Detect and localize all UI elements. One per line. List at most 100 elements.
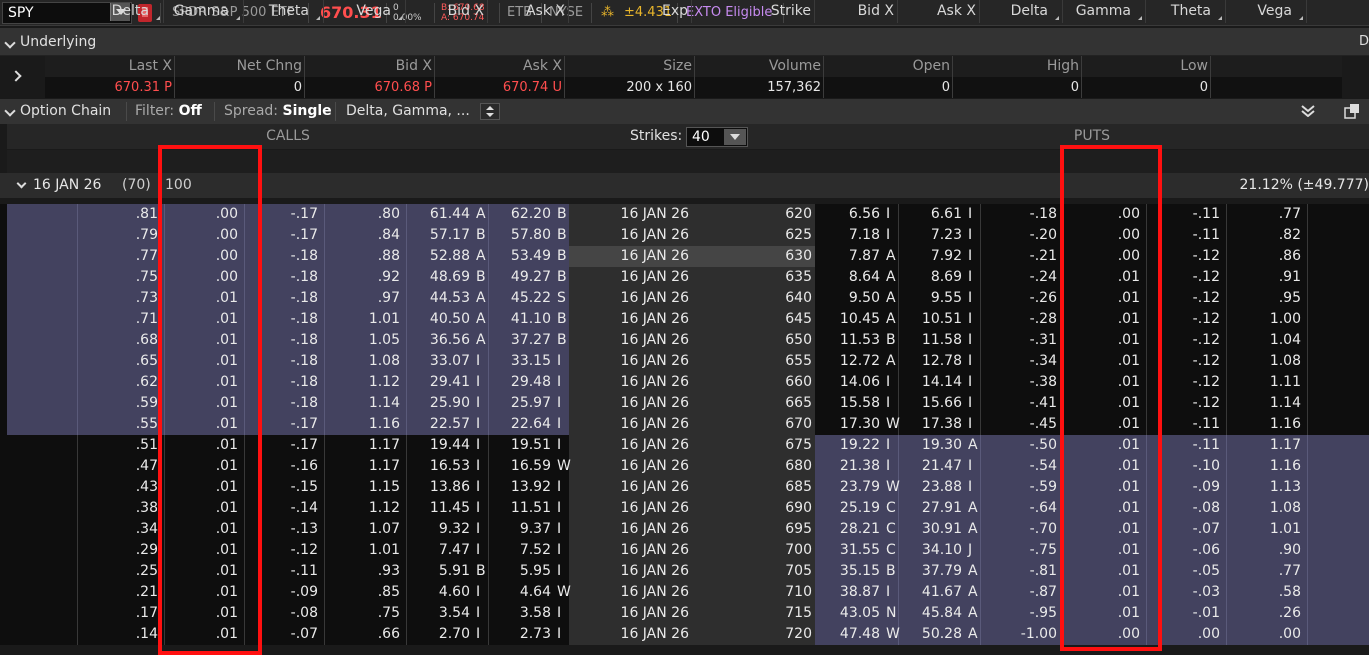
expiry[interactable]: 16 JAN 26: [569, 519, 692, 540]
put-bid[interactable]: 10.45: [815, 309, 883, 330]
expiry[interactable]: 16 JAN 26: [569, 561, 692, 582]
put-bid[interactable]: 6.56: [815, 204, 883, 225]
strike[interactable]: 655: [692, 351, 815, 372]
put-vega[interactable]: 1.11: [1226, 372, 1304, 393]
call-delta[interactable]: .55: [77, 414, 161, 435]
strike[interactable]: 710: [692, 582, 815, 603]
call-vega[interactable]: .84: [324, 225, 403, 246]
call-bid[interactable]: 16.53: [406, 456, 473, 477]
put-bid[interactable]: 35.15: [815, 561, 883, 582]
call-ask[interactable]: 11.51: [488, 498, 554, 519]
call-ask[interactable]: 33.15: [488, 351, 554, 372]
col-call-ask[interactable]: Ask X: [488, 0, 569, 23]
strike[interactable]: 640: [692, 288, 815, 309]
put-ask[interactable]: 9.55: [898, 288, 965, 309]
call-ask[interactable]: 16.59: [488, 456, 554, 477]
call-vega[interactable]: .66: [324, 624, 403, 645]
put-delta[interactable]: -.54: [980, 456, 1060, 477]
call-delta[interactable]: .43: [77, 477, 161, 498]
call-ask[interactable]: 2.73: [488, 624, 554, 645]
strike[interactable]: 665: [692, 393, 815, 414]
col-call-gamma[interactable]: Gamma: [164, 0, 244, 23]
put-vega[interactable]: 1.00: [1226, 309, 1304, 330]
chevron-down-icon[interactable]: [16, 178, 27, 189]
call-bid[interactable]: 19.44: [406, 435, 473, 456]
put-vega[interactable]: .86: [1226, 246, 1304, 267]
spread-control[interactable]: Spread: Single: [224, 99, 332, 124]
expiry[interactable]: 16 JAN 26: [569, 393, 692, 414]
put-delta[interactable]: -.38: [980, 372, 1060, 393]
put-delta[interactable]: -.18: [980, 204, 1060, 225]
put-delta[interactable]: -.95: [980, 603, 1060, 624]
col-put-vega[interactable]: Vega: [1226, 0, 1307, 23]
put-vega[interactable]: 1.17: [1226, 435, 1304, 456]
call-ask[interactable]: 13.92: [488, 477, 554, 498]
put-ask[interactable]: 21.47: [898, 456, 965, 477]
col-strike[interactable]: Strike: [692, 0, 815, 23]
strike[interactable]: 685: [692, 477, 815, 498]
put-bid[interactable]: 14.06: [815, 372, 883, 393]
call-ask[interactable]: 9.37: [488, 519, 554, 540]
put-bid[interactable]: 25.19: [815, 498, 883, 519]
col-put-delta[interactable]: Delta: [980, 0, 1063, 23]
call-vega[interactable]: .88: [324, 246, 403, 267]
put-vega[interactable]: 1.13: [1226, 477, 1304, 498]
strikes-dropdown-icon[interactable]: [724, 129, 746, 145]
put-ask[interactable]: 37.79: [898, 561, 965, 582]
put-ask[interactable]: 17.38: [898, 414, 965, 435]
call-vega[interactable]: .85: [324, 582, 403, 603]
strike[interactable]: 670: [692, 414, 815, 435]
put-ask[interactable]: 11.58: [898, 330, 965, 351]
call-delta[interactable]: .34: [77, 519, 161, 540]
expiry[interactable]: 16 JAN 26: [569, 603, 692, 624]
call-ask[interactable]: 19.51: [488, 435, 554, 456]
call-ask[interactable]: 3.58: [488, 603, 554, 624]
strike[interactable]: 705: [692, 561, 815, 582]
collapse-all-icon[interactable]: [1301, 105, 1315, 118]
put-vega[interactable]: .77: [1226, 561, 1304, 582]
col-call-vega[interactable]: Vega: [324, 0, 406, 23]
put-delta[interactable]: -.64: [980, 498, 1060, 519]
put-delta[interactable]: -.45: [980, 414, 1060, 435]
call-delta[interactable]: .47: [77, 456, 161, 477]
expiry[interactable]: 16 JAN 26: [569, 582, 692, 603]
call-delta[interactable]: .68: [77, 330, 161, 351]
call-vega[interactable]: 1.07: [324, 519, 403, 540]
put-delta[interactable]: -.34: [980, 351, 1060, 372]
put-delta[interactable]: -.50: [980, 435, 1060, 456]
put-delta[interactable]: -1.00: [980, 624, 1060, 645]
call-bid[interactable]: 22.57: [406, 414, 473, 435]
put-delta[interactable]: -.81: [980, 561, 1060, 582]
put-ask[interactable]: 41.67: [898, 582, 965, 603]
call-ask[interactable]: 62.20: [488, 204, 554, 225]
col-net-chng[interactable]: Net Chng: [175, 56, 305, 77]
call-delta[interactable]: .51: [77, 435, 161, 456]
call-bid[interactable]: 44.53: [406, 288, 473, 309]
call-vega[interactable]: .80: [324, 204, 403, 225]
col-put-ask[interactable]: Ask X: [898, 0, 980, 23]
call-bid[interactable]: 57.17: [406, 225, 473, 246]
put-ask[interactable]: 50.28: [898, 624, 965, 645]
put-ask[interactable]: 30.91: [898, 519, 965, 540]
call-bid[interactable]: 9.32: [406, 519, 473, 540]
expiry[interactable]: 16 JAN 26: [569, 414, 692, 435]
put-vega[interactable]: .82: [1226, 225, 1304, 246]
strike[interactable]: 625: [692, 225, 815, 246]
underlying-expander[interactable]: [0, 56, 45, 99]
call-delta[interactable]: .17: [77, 603, 161, 624]
expiry[interactable]: 16 JAN 26: [569, 477, 692, 498]
call-vega[interactable]: 1.17: [324, 456, 403, 477]
call-bid[interactable]: 7.47: [406, 540, 473, 561]
put-bid[interactable]: 19.22: [815, 435, 883, 456]
put-delta[interactable]: -.28: [980, 309, 1060, 330]
call-ask[interactable]: 45.22: [488, 288, 554, 309]
call-delta[interactable]: .79: [77, 225, 161, 246]
strike[interactable]: 635: [692, 267, 815, 288]
call-bid[interactable]: 36.56: [406, 330, 473, 351]
call-ask[interactable]: 53.49: [488, 246, 554, 267]
strike[interactable]: 660: [692, 372, 815, 393]
call-vega[interactable]: 1.15: [324, 477, 403, 498]
strike[interactable]: 715: [692, 603, 815, 624]
call-delta[interactable]: .21: [77, 582, 161, 603]
underlying-section-header[interactable]: Underlying D: [0, 28, 1369, 56]
